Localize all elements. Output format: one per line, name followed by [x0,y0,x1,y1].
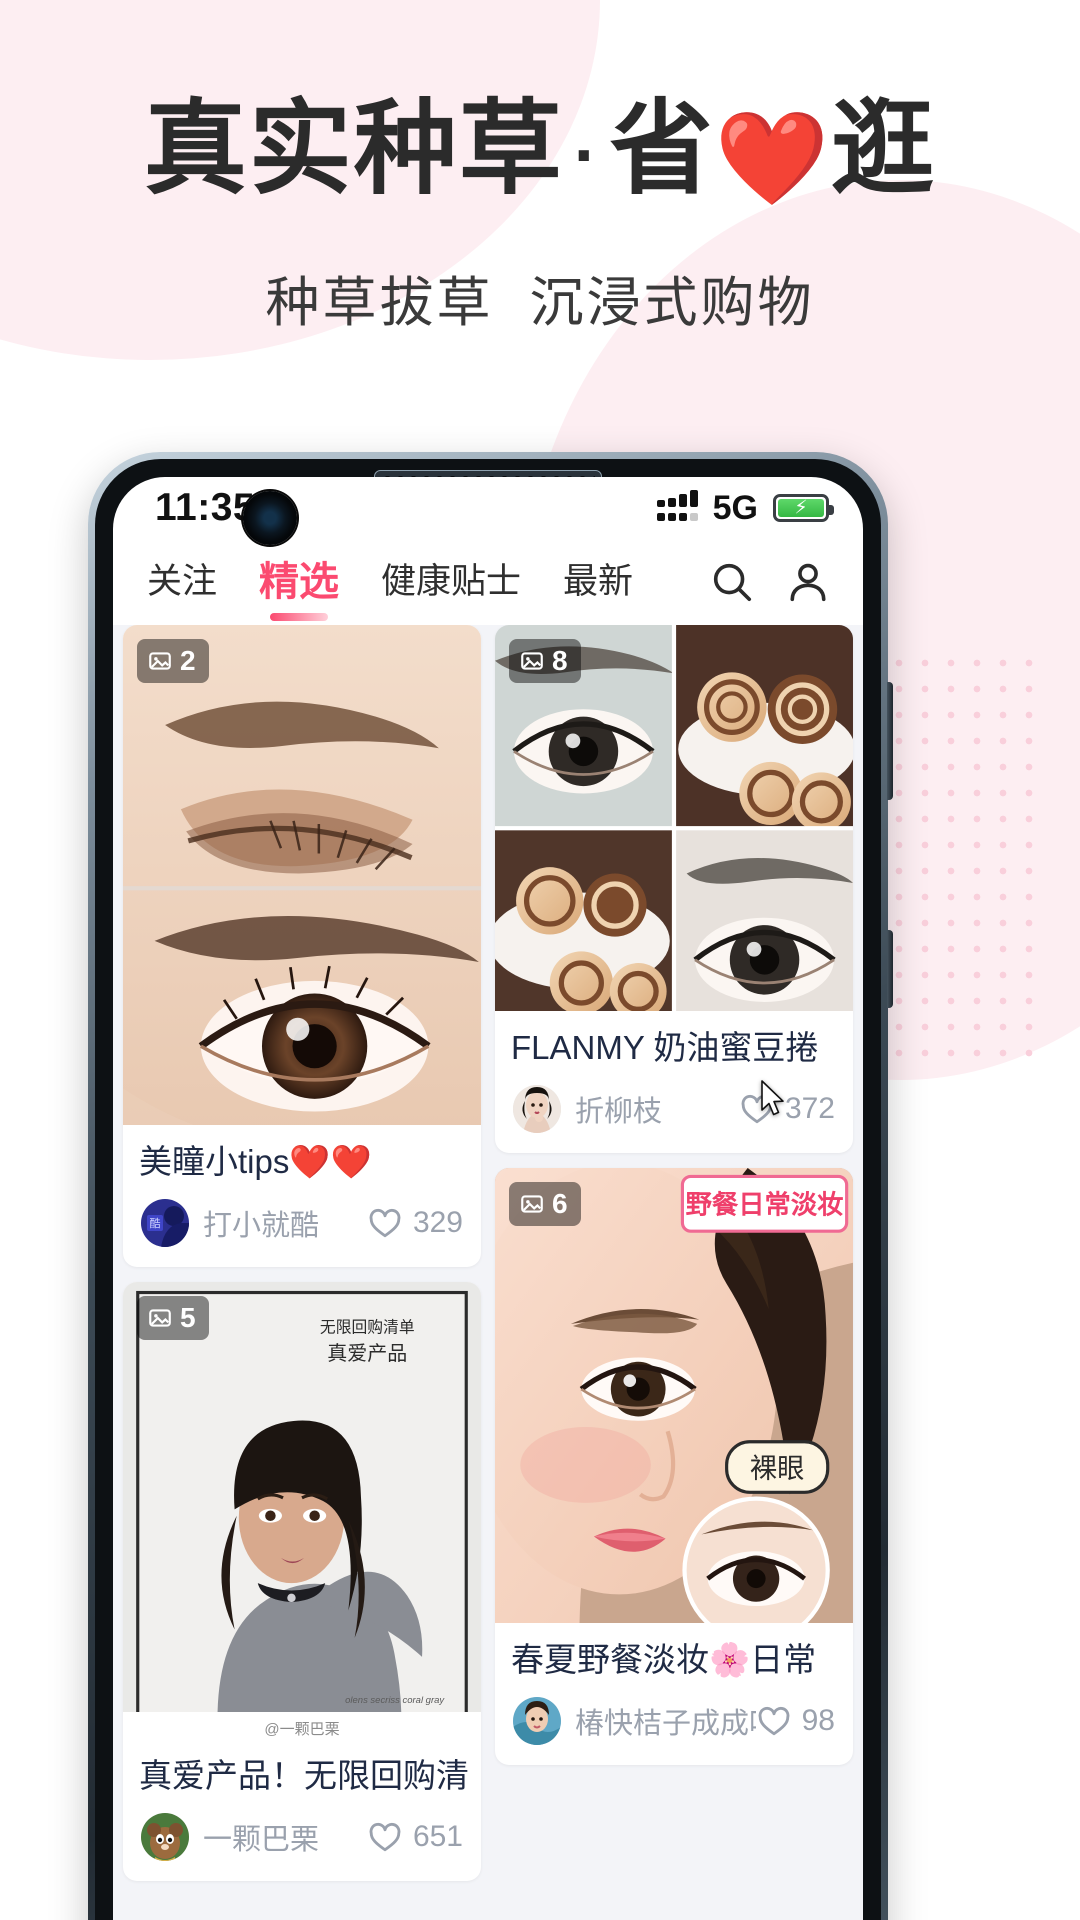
network-type-label: 5G [712,488,758,527]
image-count-badge: 8 [509,639,581,683]
like-count: 651 [412,1820,463,1854]
card-footer: 一颗巴栗 651 [123,1803,481,1881]
poster-line-1: 无限回购清单 [320,1319,415,1337]
card-author[interactable]: 折柳枝 [575,1088,739,1130]
heart-outline-icon [369,1209,401,1238]
search-icon[interactable] [709,559,755,605]
card-media[interactable]: 8 [495,625,853,1011]
like-count: 372 [784,1092,835,1126]
card-media[interactable]: 2 [123,625,481,1125]
portrait-poster-photo: 无限回购清单 真爱产品 olens secriss coral gray [123,1282,481,1713]
phone-screen: 11:35 5G ⚡ 关注 精选 健康贴士 最新 2 美瞳小tips❤️❤️ 酷… [113,477,863,1920]
headline-part-3: 逛 [831,91,937,206]
card-author[interactable]: 打小就酷 [203,1202,367,1244]
tab-follow[interactable]: 关注 [143,547,221,618]
image-count-value: 8 [552,645,568,676]
avatar[interactable] [141,1813,189,1862]
card-footer: 椿快桔子成成叭 98 [495,1687,853,1765]
battery-charging-icon: ⚡ [773,494,834,522]
page-subtitle: 种草拔草 沉浸式购物 [0,258,1080,337]
nav-actions [709,559,837,605]
headline-separator-dot: · [573,116,600,197]
card-title[interactable]: FLANMY 奶油蜜豆捲 [495,1011,853,1075]
tab-list: 关注 精选 健康贴士 最新 [143,543,709,621]
person-icon[interactable] [785,559,831,605]
image-count-badge: 5 [137,1296,209,1341]
card-author[interactable]: 椿快桔子成成叭 [575,1700,756,1742]
headline-part-1: 真实种草 [143,91,564,206]
poster-watermark: olens secriss coral gray [345,1695,445,1706]
face-makeup-photo: 野餐日常淡妆 裸眼 [495,1168,853,1624]
card-footer: 折柳枝 372 [495,1075,853,1153]
tab-health-tips[interactable]: 健康贴士 [377,547,525,618]
feed-card[interactable]: 野餐日常淡妆 裸眼 6 春夏野餐淡妆🌸日常 椿快桔子成成 98 [495,1168,853,1766]
status-indicators: 5G ⚡ [656,488,834,528]
tab-featured[interactable]: 精选 [255,543,343,621]
poster-caption: @一颗巴栗 [264,1721,340,1739]
feed-card[interactable]: 8 FLANMY 奶油蜜豆捲 折柳枝 372 [495,625,853,1154]
card-title[interactable]: 春夏野餐淡妆🌸日常 [495,1623,853,1687]
svg-text:酷: 酷 [150,1217,161,1230]
volume-button[interactable] [887,682,893,800]
avatar[interactable] [513,1085,561,1134]
like-control[interactable]: 329 [367,1205,463,1241]
heart-outline-icon [758,1707,790,1736]
feed-column-right: 8 FLANMY 奶油蜜豆捲 折柳枝 372 野餐日常淡妆 裸眼 6 春夏野餐淡… [495,625,853,1881]
image-count-value: 5 [180,1302,196,1334]
power-button[interactable] [887,930,893,1008]
image-count-value: 6 [552,1188,568,1220]
feed-card[interactable]: 无限回购清单 真爱产品 olens secriss coral gray 5 @… [123,1282,481,1882]
avatar[interactable] [513,1697,561,1746]
sticker-mid-text: 裸眼 [750,1454,805,1484]
poster-line-2: 真爱产品 [327,1342,407,1365]
like-control[interactable]: 651 [367,1819,463,1855]
card-title[interactable]: 美瞳小tips❤️❤️ [123,1125,481,1189]
subtitle-right: 沉浸式购物 [529,273,815,334]
avatar[interactable]: 酷 [141,1199,189,1248]
top-navigation-bar: 关注 精选 健康贴士 最新 [113,539,863,625]
like-control[interactable]: 98 [756,1703,835,1739]
promo-header: 真实种草 ·省❤️逛 种草拔草 沉浸式购物 [0,0,1080,337]
image-count-value: 2 [180,645,196,676]
status-bar: 11:35 5G ⚡ [113,477,863,539]
card-title[interactable]: 真爱产品！无限回购清 [123,1739,481,1803]
phone-bezel: 11:35 5G ⚡ 关注 精选 健康贴士 最新 2 美瞳小tips❤️❤️ 酷… [95,459,881,1920]
status-time: 11:35 [155,486,256,529]
card-footer: 酷 打小就酷 329 [123,1189,481,1267]
sticker-top-text: 野餐日常淡妆 [686,1190,844,1220]
headline-part-2: 省 [609,91,715,206]
front-camera-icon [243,491,297,545]
heart-outline-icon [369,1823,401,1852]
heart-icon: ❤️ [714,108,832,210]
like-count: 98 [801,1704,835,1738]
signal-bars-dual-icon [656,489,698,521]
subtitle-left: 种草拔草 [265,273,494,334]
like-count: 329 [412,1206,463,1240]
image-count-badge: 6 [509,1182,581,1227]
card-media[interactable]: 无限回购清单 真爱产品 olens secriss coral gray 5 [123,1282,481,1713]
phone-mockup: 11:35 5G ⚡ 关注 精选 健康贴士 最新 2 美瞳小tips❤️❤️ 酷… [88,452,893,1920]
feed-scroll-area[interactable]: 2 美瞳小tips❤️❤️ 酷 打小就酷 329 无限回购清单 真爱产品 ole… [113,625,863,1920]
feed-card[interactable]: 2 美瞳小tips❤️❤️ 酷 打小就酷 329 [123,625,481,1268]
image-count-badge: 2 [137,639,209,683]
tab-latest[interactable]: 最新 [559,547,637,618]
page-title: 真实种草 ·省❤️逛 [0,92,1080,210]
card-author[interactable]: 一颗巴栗 [203,1816,367,1858]
eye-makeup-closeup-photo [123,625,481,1125]
card-media[interactable]: 野餐日常淡妆 裸眼 6 [495,1168,853,1624]
phone-frame: 11:35 5G ⚡ 关注 精选 健康贴士 最新 2 美瞳小tips❤️❤️ 酷… [88,452,893,1920]
feed-column-left: 2 美瞳小tips❤️❤️ 酷 打小就酷 329 无限回购清单 真爱产品 ole… [123,625,481,1882]
